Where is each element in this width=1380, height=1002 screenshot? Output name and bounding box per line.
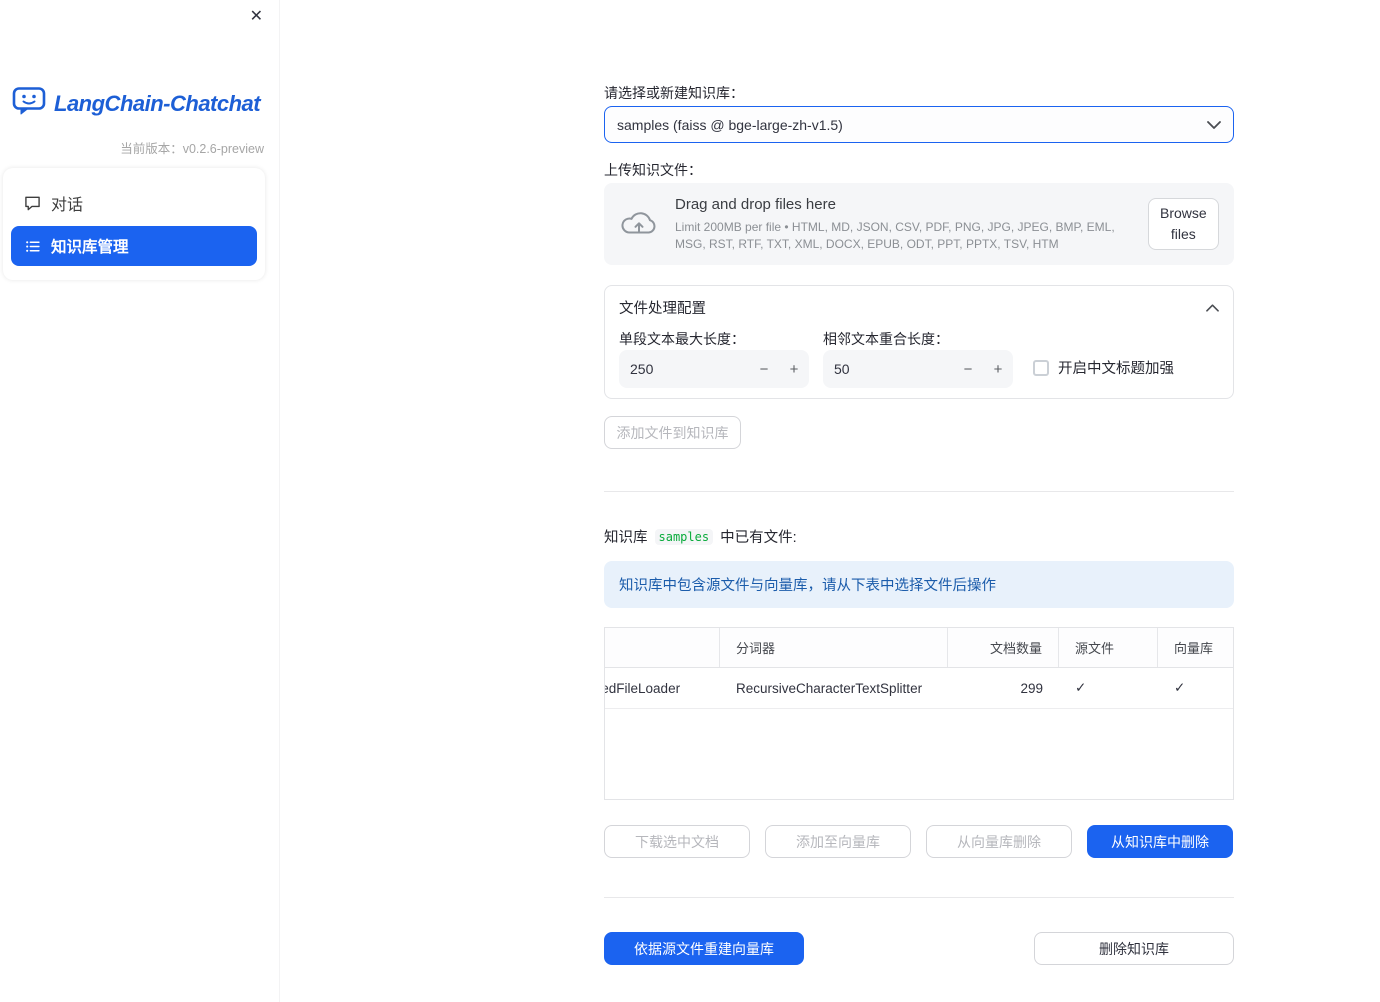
table-header-row: 文档加载器 分词器 文档数量 源文件 向量库	[605, 628, 1233, 668]
checkbox-unchecked-icon[interactable]	[1033, 359, 1049, 376]
delete-kb-button[interactable]: 删除知识库	[1034, 932, 1234, 965]
chunk-size-value[interactable]: 250	[619, 361, 749, 377]
sidebar-item-label: 对话	[51, 197, 84, 214]
divider	[604, 897, 1234, 898]
chevron-up-icon	[1206, 303, 1219, 312]
close-icon: ✕	[249, 8, 263, 25]
add-to-vector-store-button[interactable]: 添加至向量库	[765, 825, 911, 858]
sidebar-item-knowledge-base[interactable]: 知识库管理	[11, 226, 257, 266]
cell-loader: UnstructuredFileLoader	[605, 680, 681, 696]
col-header-doc-count: 文档数量	[948, 628, 1059, 667]
col-header-vector-store: 向量库	[1174, 641, 1214, 656]
zh-title-enhance-checkbox-row[interactable]: 开启中文标题加强	[1033, 357, 1174, 378]
chat-logo-icon	[12, 86, 46, 121]
table-row[interactable]: UnstructuredFileLoader RecursiveCharacte…	[605, 668, 1233, 709]
chunk-size-increment-button[interactable]: +	[779, 350, 809, 388]
sidebar-item-label: 知识库管理	[51, 239, 129, 256]
expander-header[interactable]: 文件处理配置	[605, 286, 1233, 329]
sidebar-close-button[interactable]: ✕	[248, 7, 265, 27]
main-content: 请选择或新建知识库： samples (faiss @ bge-large-zh…	[604, 0, 1234, 1002]
app-root: ✕ LangChain-Chatchat 当前版本：v0.2.6-preview	[0, 0, 1380, 1002]
dropzone-text-block: Drag and drop files here Limit 200MB per…	[675, 196, 1148, 253]
info-banner-text: 知识库中包含源文件与向量库，请从下表中选择文件后操作	[619, 578, 996, 594]
sidebar-item-dialogue[interactable]: 对话	[11, 182, 257, 224]
chevron-down-icon	[1207, 120, 1221, 129]
files-dataframe[interactable]: 文档加载器 分词器 文档数量 源文件 向量库 UnstructuredFileL…	[604, 627, 1234, 800]
chunk-size-input[interactable]: 250 − +	[619, 350, 809, 388]
col-header-source-file: 源文件	[1059, 628, 1158, 667]
kb-files-suffix: 中已有文件:	[720, 530, 797, 546]
delete-from-vector-store-button[interactable]: 从向量库删除	[926, 825, 1072, 858]
info-banner: 知识库中包含源文件与向量库，请从下表中选择文件后操作	[604, 561, 1234, 608]
col-header-splitter: 分词器	[720, 628, 948, 667]
cell-splitter: RecursiveCharacterTextSplitter	[736, 680, 923, 696]
files-table: 文档加载器 分词器 文档数量 源文件 向量库 UnstructuredFileL…	[605, 628, 1233, 709]
cell-vector-store-check: ✓	[1174, 680, 1186, 695]
col-header-loader: 文档加载器	[605, 628, 720, 667]
delete-from-kb-button[interactable]: 从知识库中删除	[1087, 825, 1233, 858]
version-label: 当前版本：v0.2.6-preview	[120, 142, 264, 156]
chunk-overlap-input[interactable]: 50 − +	[823, 350, 1013, 388]
cell-doc-count: 299	[1020, 680, 1043, 696]
logo-text: LangChain-Chatchat	[54, 90, 261, 116]
chunk-overlap-decrement-button[interactable]: −	[953, 350, 983, 388]
browse-files-button[interactable]: Browse files	[1147, 198, 1219, 250]
chat-bubble-icon	[24, 195, 41, 212]
dropzone-title: Drag and drop files here	[675, 195, 836, 213]
download-selected-docs-button[interactable]: 下载选中文档	[604, 825, 750, 858]
zh-title-enhance-label: 开启中文标题加强	[1058, 361, 1174, 377]
cloud-upload-icon	[619, 207, 659, 242]
cell-source-file-check: ✓	[1075, 680, 1087, 695]
file-config-expander: 文件处理配置 单段文本最大长度： 相邻文本重合长度： 250 − + 50 − …	[604, 285, 1234, 399]
chunk-overlap-increment-button[interactable]: +	[983, 350, 1013, 388]
dropzone-limit-text: Limit 200MB per file • HTML, MD, JSON, C…	[675, 219, 1115, 251]
sidebar: ✕ LangChain-Chatchat 当前版本：v0.2.6-preview	[0, 0, 280, 1002]
add-files-to-kb-button[interactable]: 添加文件到知识库	[604, 416, 741, 449]
chunk-size-decrement-button[interactable]: −	[749, 350, 779, 388]
sidebar-menu: 对话 知识库管理	[3, 168, 265, 280]
kb-selectbox[interactable]: samples (faiss @ bge-large-zh-v1.5)	[604, 106, 1234, 143]
rebuild-vector-store-button[interactable]: 依据源文件重建向量库	[604, 932, 804, 965]
kb-selected-value: samples (faiss @ bge-large-zh-v1.5)	[617, 116, 843, 133]
file-dropzone[interactable]: Drag and drop files here Limit 200MB per…	[604, 183, 1234, 265]
kb-select-label: 请选择或新建知识库：	[604, 85, 744, 101]
expander-title: 文件处理配置	[619, 301, 706, 317]
kb-existing-files-line: 知识库 samples 中已有文件:	[604, 526, 797, 547]
divider	[604, 491, 1234, 492]
chunk-size-label: 单段文本最大长度：	[619, 331, 745, 347]
chunk-overlap-value[interactable]: 50	[823, 361, 953, 377]
upload-label: 上传知识文件：	[604, 162, 702, 178]
app-logo: LangChain-Chatchat	[12, 86, 261, 121]
chunk-overlap-label: 相邻文本重合长度：	[823, 331, 949, 347]
kb-files-prefix: 知识库	[604, 530, 648, 546]
list-icon	[24, 238, 41, 255]
kb-name-code: samples	[654, 528, 714, 545]
